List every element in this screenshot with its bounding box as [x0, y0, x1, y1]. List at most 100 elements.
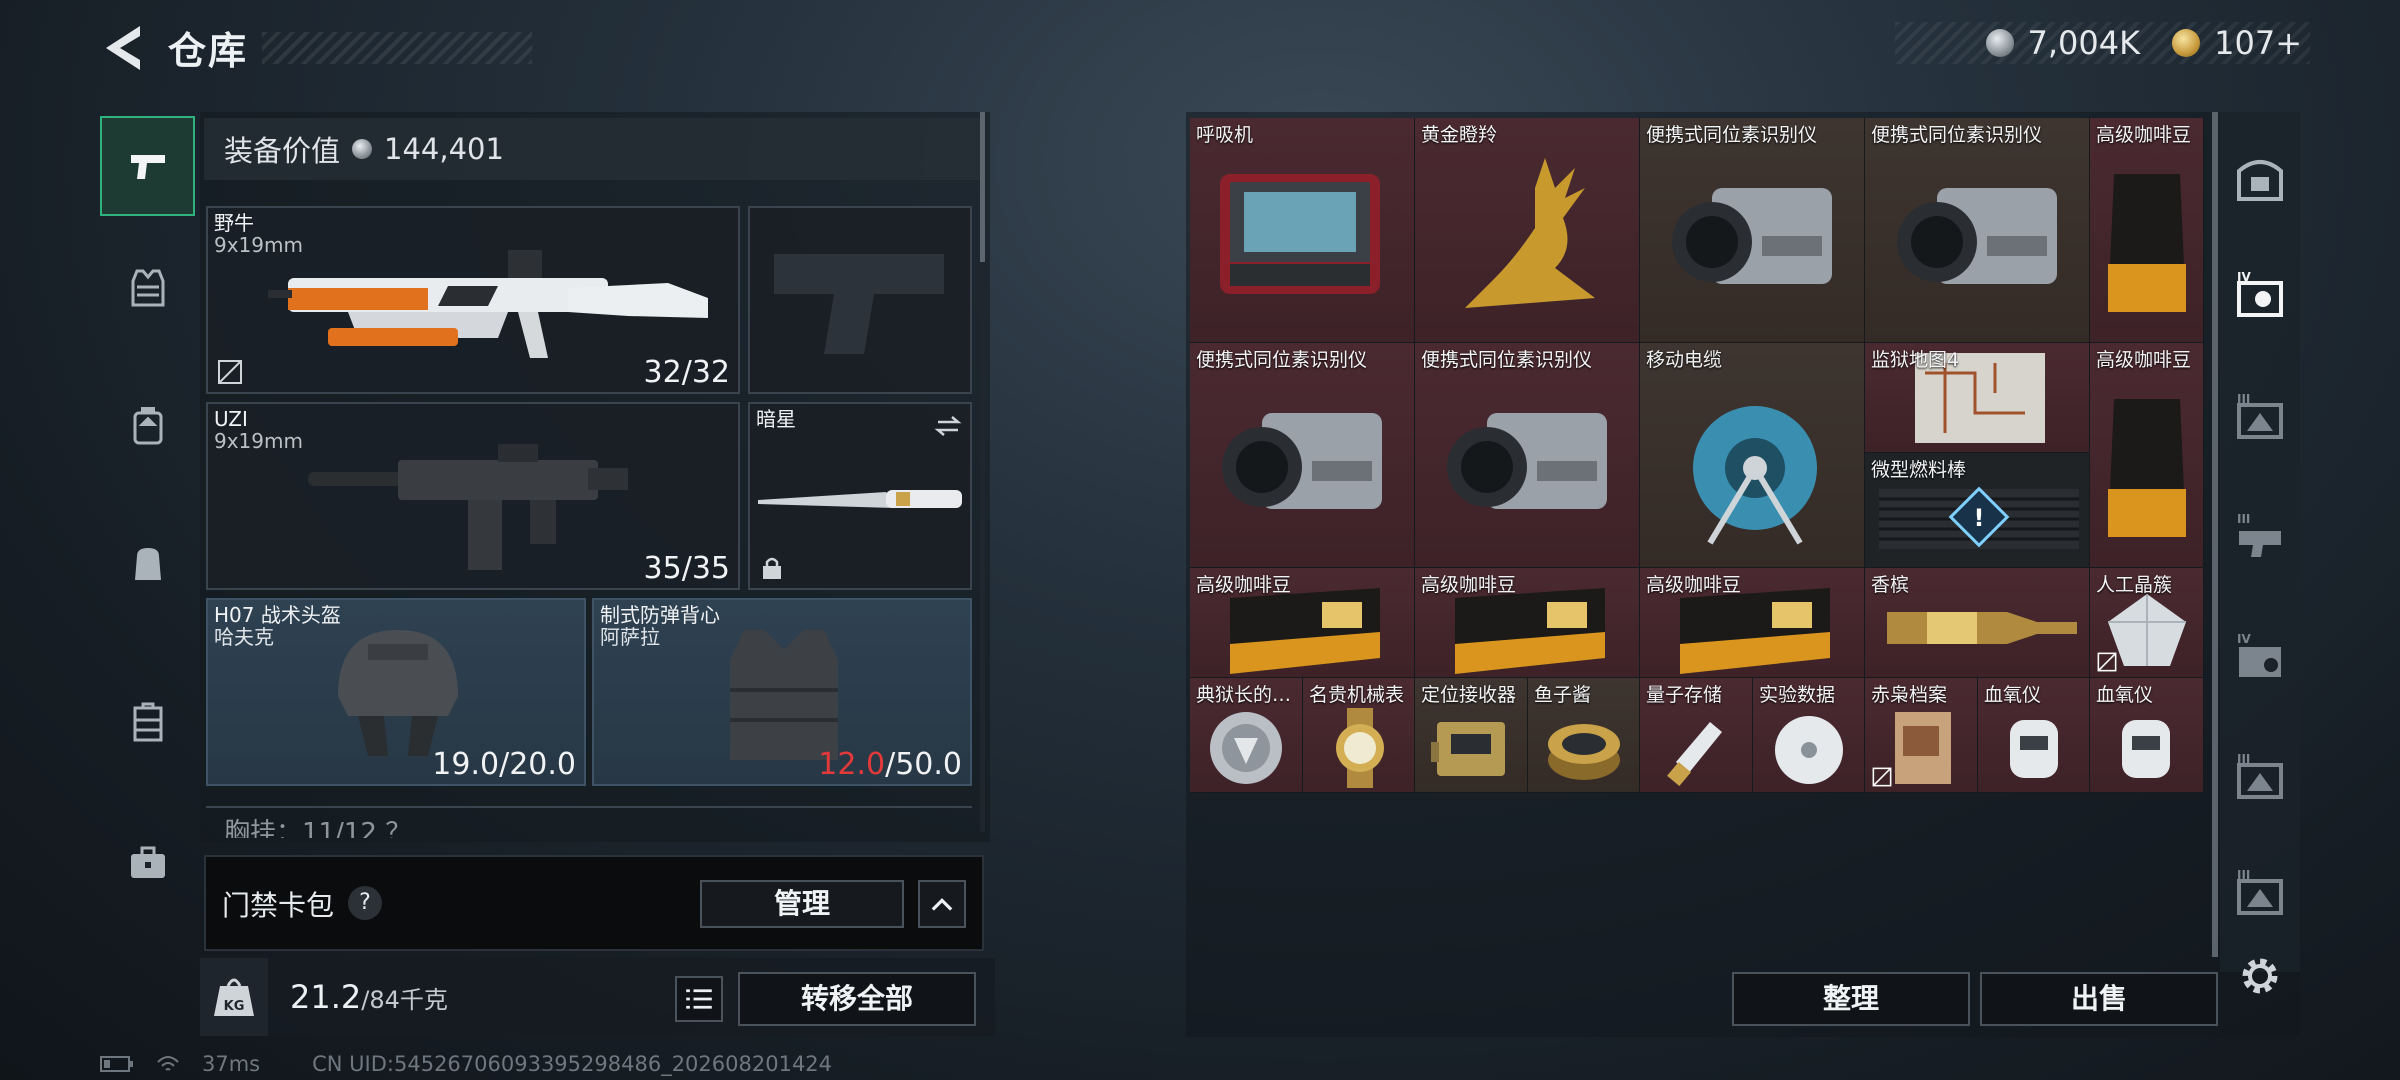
oximeter-art [2010, 720, 2058, 778]
stash-item-isotope-detector-1[interactable]: 便携式同位素识别仪 [1640, 118, 1865, 343]
secondary-weapon-slot[interactable]: UZI 9x19mm 35/35 [206, 402, 740, 590]
pouch-icon [134, 548, 161, 580]
pistol-icon [130, 155, 165, 179]
stash-item-caviar[interactable]: 鱼子酱 [1528, 678, 1640, 793]
coffee-bag-art [2108, 174, 2186, 312]
stash-item-isotope-detector-3[interactable]: 便携式同位素识别仪 [1190, 343, 1415, 568]
stash-item-coffee-beans-2[interactable]: 高级咖啡豆 [2090, 343, 2204, 568]
knife-art [758, 490, 962, 508]
level-iv-box-icon: IV [2237, 270, 2283, 317]
stash-page-iv-rack[interactable]: IV [2222, 610, 2298, 706]
melee-slot[interactable]: 暗星 [748, 402, 972, 590]
stash-item-golden-gazelle[interactable]: 黄金瞪羚 [1415, 118, 1640, 343]
svg-text:IV: IV [2237, 270, 2251, 284]
category-backpack-tab[interactable] [100, 376, 195, 476]
usb-drive-art [1667, 722, 1722, 786]
stash-item-isotope-detector-4[interactable]: 便携式同位素识别仪 [1415, 343, 1640, 568]
stash-item-oximeter-2[interactable]: 血氧仪 [2090, 678, 2204, 793]
safe-box-icon [2237, 160, 2283, 201]
helmet-art [338, 630, 458, 756]
stash-page-iii-rack[interactable]: III [2222, 490, 2298, 586]
level-iv-rack-icon: IV [2237, 632, 2281, 677]
helmet-faction: 哈夫克 [214, 625, 274, 649]
keycard-help-button[interactable]: ? [348, 886, 382, 920]
equipment-value: 144,401 [384, 132, 504, 166]
stash-item-artificial-crystal[interactable]: 人工晶簇 [2090, 568, 2204, 678]
stash-item-quantum-storage[interactable]: 量子存储 [1640, 678, 1753, 793]
oximeter-art [2122, 720, 2170, 778]
settings-gear-icon[interactable] [2236, 952, 2284, 1000]
stash-item-coffee-pack-3[interactable]: 高级咖啡豆 [1640, 568, 1865, 678]
svg-text:III: III [2237, 512, 2250, 526]
coffee-pack-art [1680, 588, 1830, 674]
stash-item-coffee-beans-1[interactable]: 高级咖啡豆 [2090, 118, 2204, 343]
stash-item-breather[interactable]: 呼吸机 [1190, 118, 1415, 343]
item-name: 人工晶簇 [2096, 574, 2173, 596]
champagne-bottle-art [1887, 612, 2077, 644]
pistol-slot-empty[interactable] [748, 206, 972, 394]
stash-page-iv-box[interactable]: IV [2222, 248, 2298, 344]
list-view-icon[interactable] [675, 976, 723, 1022]
chest-rig-row[interactable]: 胸挂：11/12 ？ [206, 806, 972, 838]
stash-item-coffee-pack-1[interactable]: 高级咖啡豆 [1190, 568, 1415, 678]
title-decoration [262, 32, 532, 64]
category-case-tab[interactable] [100, 813, 195, 913]
stash-item-coffee-pack-2[interactable]: 高级咖啡豆 [1415, 568, 1640, 678]
item-name: 香槟 [1871, 574, 1910, 596]
silver-currency-value: 7,004K [2027, 24, 2141, 62]
equipment-value-bar: 装备价值 144,401 [204, 118, 984, 180]
uid-text: CN UID:5452670609339529848​6_20260820142… [312, 1052, 833, 1076]
stash-item-oximeter-1[interactable]: 血氧仪 [1978, 678, 2090, 793]
stash-item-micro-fuel-rod[interactable]: 微型燃料棒 ! [1865, 453, 2090, 568]
stash-item-red-owl-files[interactable]: 赤枭档案 [1865, 678, 1978, 793]
weight-max: /84千克 [361, 986, 448, 1014]
stash-page-iii-box-2[interactable]: III [2222, 730, 2298, 826]
coffee-pack-art [1455, 588, 1605, 674]
item-name: 高级咖啡豆 [2096, 124, 2192, 146]
status-line: 37ms CN UID:5452670609339529848​6_202608… [100, 1052, 832, 1076]
item-name: 鱼子酱 [1534, 684, 1592, 706]
transfer-all-button[interactable]: 转移全部 [738, 972, 976, 1026]
sort-button[interactable]: 整理 [1732, 972, 1970, 1026]
manage-button[interactable]: 管理 [700, 880, 904, 928]
armor-name: 制式防弹背心 [600, 603, 720, 627]
stash-item-mobile-cable[interactable]: 移动电缆 [1640, 343, 1865, 568]
loadout-scrollbar-thumb[interactable] [980, 112, 985, 262]
category-pouch-tab[interactable] [100, 513, 195, 613]
stash-page-safe[interactable] [2222, 130, 2298, 226]
category-weapons-tab[interactable] [100, 116, 195, 216]
stash-item-champagne[interactable]: 香槟 [1865, 568, 2090, 678]
back-arrow-icon[interactable] [100, 22, 148, 74]
stash-scrollbar[interactable] [2212, 112, 2218, 957]
kg-label: KG [224, 999, 245, 1014]
stash-item-locator-receiver[interactable]: 定位接收器 [1415, 678, 1528, 793]
category-chest-rig-tab[interactable] [100, 673, 195, 773]
stash-item-warden-medal[interactable]: 典狱长的… [1190, 678, 1303, 793]
item-name: 赤枭档案 [1871, 684, 1948, 706]
stash-item-isotope-detector-2[interactable]: 便携式同位素识别仪 [1865, 118, 2090, 343]
item-name: 监狱地图4 [1871, 349, 1960, 371]
stash-page-iii-box-1[interactable]: III [2222, 370, 2298, 466]
ventilator-art [1220, 174, 1380, 294]
silver-coin-icon [352, 139, 373, 159]
sell-button[interactable]: 出售 [1980, 972, 2218, 1026]
stash-page-iii-box-3[interactable]: III [2222, 846, 2298, 942]
lock-icon [763, 557, 781, 579]
category-armor-tab[interactable] [100, 238, 195, 338]
no-insure-icon [1872, 767, 1892, 787]
svg-text:III: III [2237, 752, 2250, 766]
pistol-silhouette-icon [774, 254, 944, 354]
weight-text: 21.2/84千克 [290, 978, 448, 1016]
collapse-chevron-up-icon[interactable] [918, 880, 966, 928]
level-iii-box-icon-3: III [2237, 868, 2283, 915]
stash-item-experiment-data[interactable]: 实验数据 [1753, 678, 1865, 793]
stash-item-luxury-watch[interactable]: 名贵机械表 [1303, 678, 1415, 793]
helmet-slot[interactable]: H07 战术头盔 哈夫克 19.0/20.0 [206, 598, 586, 786]
swap-icon[interactable] [934, 412, 962, 440]
stash-item-prison-map-4[interactable]: 监狱地图4 [1865, 343, 2090, 453]
armor-slot[interactable]: 制式防弹背心 阿萨拉 12.0/50.0 [592, 598, 972, 786]
coffee-pack-art [1230, 588, 1380, 674]
svg-text:III: III [2237, 868, 2250, 882]
gold-gazelle-art [1465, 158, 1595, 308]
primary-weapon-slot[interactable]: 野牛 9x19mm 32/32 [206, 206, 740, 394]
